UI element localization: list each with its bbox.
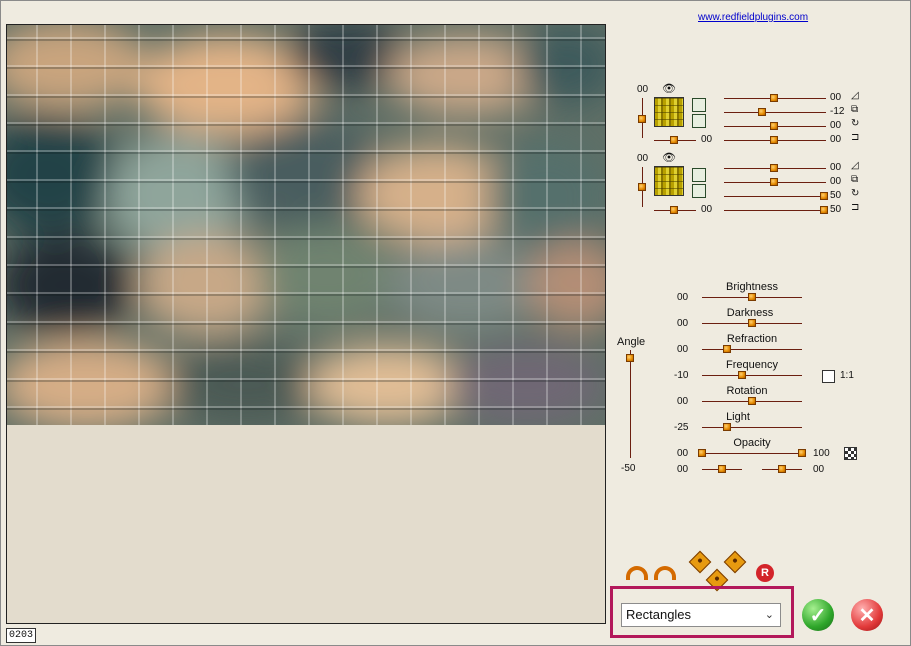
angle-slider[interactable]	[626, 354, 634, 362]
light-label: Light	[726, 411, 750, 423]
layer2-texture-thumbnail[interactable]	[654, 166, 684, 196]
layer1-value-2: -12	[830, 106, 845, 117]
extra-right-slider[interactable]	[778, 465, 786, 473]
layer2-track-3	[724, 196, 826, 197]
layer2-vertical-slider[interactable]	[638, 183, 646, 191]
layer2-bars-icon[interactable]	[692, 184, 706, 198]
light-slider[interactable]	[723, 423, 731, 431]
layer2-bottom-value: 00	[701, 204, 713, 215]
frequency-track	[702, 375, 802, 376]
scale-icon: ⧉	[851, 104, 859, 115]
layer2-left-value: 00	[637, 153, 649, 164]
darkness-slider[interactable]	[748, 319, 756, 327]
opacity-slider-max[interactable]	[798, 449, 806, 457]
layer2-arrow-down-icon[interactable]	[692, 168, 706, 182]
angle-value: -50	[621, 463, 636, 474]
layer2-value-4: 50	[830, 204, 842, 215]
layer2-value-3: 50	[830, 190, 842, 201]
ratio-label: 1:1	[840, 370, 854, 381]
opacity-value: 00	[677, 448, 689, 459]
layer1-bottom-value: 00	[701, 134, 713, 145]
layer1-slider-1[interactable]	[770, 94, 778, 102]
opacity-track	[702, 453, 802, 454]
layer1-bottom-slider[interactable]	[670, 136, 678, 144]
cancel-button[interactable]: ✕	[851, 599, 883, 631]
layer2-slider-3[interactable]	[820, 192, 828, 200]
layer2-slider-4[interactable]	[820, 206, 828, 214]
preset-select-value: Rectangles	[626, 607, 692, 622]
grid-overlay	[7, 25, 605, 425]
rotate-icon: ↻	[851, 188, 860, 199]
scale-icon: ⧉	[851, 174, 859, 185]
extra-left-slider[interactable]	[718, 465, 726, 473]
angle-label: Angle	[617, 336, 646, 348]
frequency-label: Frequency	[726, 359, 778, 371]
layer2-slider-2[interactable]	[770, 178, 778, 186]
offset-icon: ⊐	[851, 202, 860, 213]
rotation-slider[interactable]	[748, 397, 756, 405]
layer1-texture-thumbnail[interactable]	[654, 97, 684, 127]
layer2-bottom-slider[interactable]	[670, 206, 678, 214]
triangle-icon: ◿	[851, 160, 859, 171]
frequency-value: -10	[674, 370, 689, 381]
layer1-value-3: 00	[830, 120, 842, 131]
layer1-left-value: 00	[637, 84, 649, 95]
layer1-slider-4[interactable]	[770, 136, 778, 144]
layer1-value-4: 00	[830, 134, 842, 145]
angle-track	[630, 350, 631, 458]
layer2-slider-1[interactable]	[770, 164, 778, 172]
preset-select[interactable]: Rectangles ⌄	[621, 603, 781, 627]
light-value: -25	[674, 422, 689, 433]
layer2-value-1: 00	[830, 162, 842, 173]
ratio-checkbox[interactable]	[822, 370, 835, 383]
rotate-icon: ↻	[851, 118, 860, 129]
preview-pane	[6, 24, 606, 624]
brightness-value: 00	[677, 292, 689, 303]
rotation-value: 00	[677, 396, 689, 407]
brightness-slider[interactable]	[748, 293, 756, 301]
darkness-label: Darkness	[726, 307, 774, 319]
chevron-down-icon: ⌄	[764, 609, 774, 621]
extra-left-value: 00	[677, 464, 689, 475]
darkness-value: 00	[677, 318, 689, 329]
refraction-label: Refraction	[726, 333, 778, 345]
refraction-value: 00	[677, 344, 689, 355]
close-icon: ✕	[858, 604, 876, 627]
layer2-value-2: 00	[830, 176, 842, 187]
light-track	[702, 427, 802, 428]
eye-icon[interactable]: 👁	[662, 151, 676, 164]
opacity-max-value: 100	[813, 448, 830, 459]
layer1-slider-3[interactable]	[770, 122, 778, 130]
opacity-label: Opacity	[733, 437, 771, 449]
extra-right-value: 00	[813, 464, 825, 475]
layer1-track-2	[724, 112, 826, 113]
refraction-track	[702, 349, 802, 350]
layer1-vertical-slider[interactable]	[638, 115, 646, 123]
transparency-icon[interactable]	[844, 447, 857, 460]
opacity-slider-min[interactable]	[698, 449, 706, 457]
layer2-track-4	[724, 210, 826, 211]
ok-button[interactable]: ✓	[802, 599, 834, 631]
offset-icon: ⊐	[851, 132, 860, 143]
triangle-icon: ◿	[851, 90, 859, 101]
preview-image	[7, 25, 605, 425]
layer1-slider-2[interactable]	[758, 108, 766, 116]
website-link[interactable]: www.redfieldplugins.com	[698, 12, 808, 23]
layer1-arrow-up-icon[interactable]	[692, 98, 706, 112]
refraction-slider[interactable]	[723, 345, 731, 353]
eye-icon[interactable]: 👁	[662, 82, 676, 95]
brightness-label: Brightness	[726, 281, 778, 293]
reset-button[interactable]: R	[756, 564, 774, 582]
layer1-bars-icon[interactable]	[692, 114, 706, 128]
check-icon: ✓	[809, 604, 827, 627]
frequency-slider[interactable]	[738, 371, 746, 379]
layer1-value-1: 00	[830, 92, 842, 103]
image-counter: 0203	[6, 628, 36, 643]
rotation-label: Rotation	[726, 385, 768, 397]
